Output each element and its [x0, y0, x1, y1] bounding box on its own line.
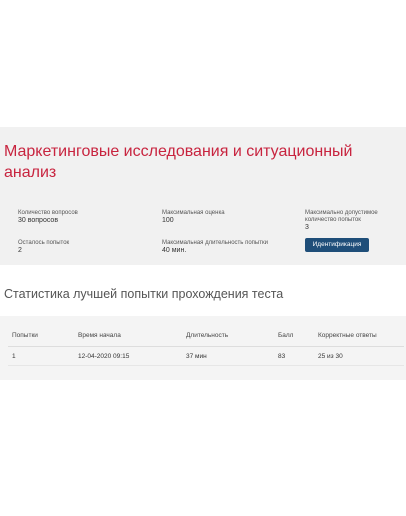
- attempts-left-value: 2: [18, 247, 22, 254]
- column-header-attempts: Попытки: [8, 324, 74, 347]
- questions-count-value: 30 вопросов: [18, 217, 59, 224]
- max-attempts: Максимально допустимое количество попыто…: [305, 210, 405, 232]
- attempts-left-label: Осталось попыток: [18, 240, 70, 246]
- max-duration-label: Максимальная длительность попытки: [162, 240, 268, 246]
- cell-attempt: 1: [8, 346, 74, 366]
- max-score: Максимальная оценка 100: [162, 210, 312, 225]
- identification-button[interactable]: Идентификация: [305, 238, 369, 252]
- max-attempts-label: Максимально допустимое количество попыто…: [305, 210, 378, 223]
- column-header-start-time: Время начала: [74, 324, 182, 347]
- cell-score: 83: [274, 346, 314, 366]
- cell-correct-answers: 25 из 30: [314, 346, 404, 366]
- column-header-duration: Длительность: [182, 324, 274, 347]
- max-duration: Максимальная длительность попытки 40 мин…: [162, 240, 312, 255]
- max-duration-value: 40 мин.: [162, 247, 187, 254]
- max-score-label: Максимальная оценка: [162, 210, 225, 216]
- stats-title: Статистика лучшей попытки прохождения те…: [4, 287, 284, 301]
- attempts-left: Осталось попыток 2: [18, 240, 168, 255]
- max-score-value: 100: [162, 217, 174, 224]
- cell-start-time: 12-04-2020 09:15: [74, 346, 182, 366]
- test-title: Маркетинговые исследования и ситуационны…: [4, 143, 353, 181]
- column-header-correct-answers: Корректные ответы: [314, 324, 404, 347]
- max-attempts-value: 3: [305, 224, 309, 231]
- stats-table: Попытки Время начала Длительность Балл К…: [8, 324, 404, 366]
- stats-table-header-row: Попытки Время начала Длительность Балл К…: [8, 324, 404, 347]
- cell-duration: 37 мин: [182, 346, 274, 366]
- column-header-score: Балл: [274, 324, 314, 347]
- table-row: 1 12-04-2020 09:15 37 мин 83 25 из 30: [8, 346, 404, 366]
- questions-count-label: Количество вопросов: [18, 210, 78, 216]
- questions-count: Количество вопросов 30 вопросов: [18, 210, 168, 225]
